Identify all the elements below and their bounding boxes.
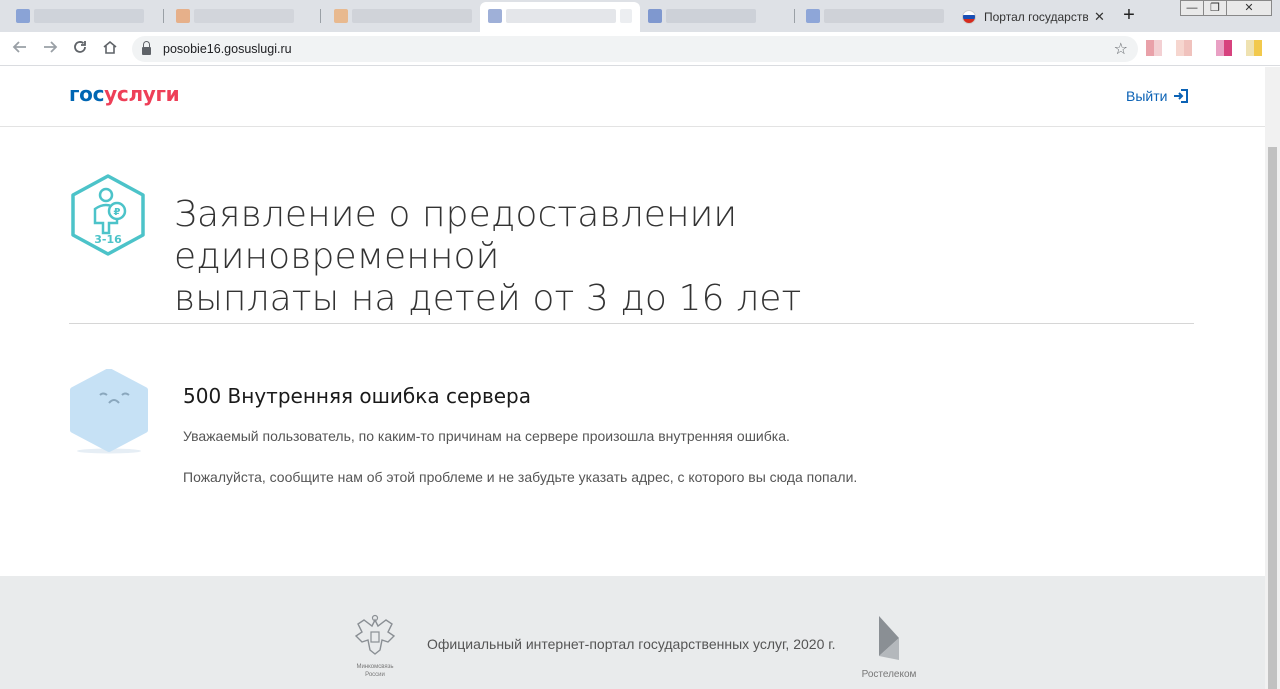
minimize-button[interactable]: —	[1180, 0, 1204, 16]
logo-part-uslugi: услуги	[104, 82, 180, 106]
logout-label: Выйти	[1126, 88, 1168, 104]
rostelecom-icon	[879, 616, 899, 660]
logo-part-gos: гос	[69, 82, 105, 106]
page-title-line2: выплаты на детей от 3 до 16 лет	[174, 278, 802, 319]
address-bar[interactable]: posobie16.gosuslugi.ru ☆	[132, 36, 1138, 62]
close-window-button[interactable]: ✕	[1226, 0, 1272, 16]
reload-icon[interactable]	[70, 39, 90, 59]
double-headed-eagle-icon	[354, 614, 396, 655]
tab-strip: Портал государств ✕ + — ❐ ✕	[0, 0, 1280, 32]
ministry-label-1: Минкомсвязь	[356, 664, 394, 670]
svg-text:₽: ₽	[114, 207, 121, 218]
russia-flag-icon	[962, 10, 976, 24]
url-text: posobie16.gosuslugi.ru	[163, 42, 292, 56]
browser-window: Портал государств ✕ + — ❐ ✕ posobie16.go…	[0, 0, 1280, 689]
tab-gosuslugi[interactable]: Портал государств ✕	[952, 2, 1108, 32]
page-scrollbar[interactable]	[1265, 67, 1280, 689]
window-controls: — ❐ ✕	[1180, 0, 1272, 18]
extension-icon-3[interactable]	[1216, 40, 1232, 56]
back-arrow-icon[interactable]	[10, 39, 30, 59]
site-footer: Минкомсвязь России Официальный интернет-…	[0, 576, 1265, 689]
restore-button[interactable]: ❐	[1203, 0, 1227, 16]
forward-arrow-icon[interactable]	[40, 39, 60, 59]
tab-blurred-5[interactable]	[806, 6, 948, 26]
tab-blurred-4[interactable]	[648, 6, 760, 26]
ministry-label-2: России	[365, 672, 385, 678]
page-title: Заявление о предоставлении единовременно…	[174, 194, 1074, 320]
tab-title: Портал государств	[984, 10, 1088, 24]
footer-copyright: Официальный интернет-портал государствен…	[427, 636, 836, 652]
bookmark-star-icon[interactable]: ☆	[1114, 39, 1128, 59]
error-title: 500 Внутренняя ошибка сервера	[183, 384, 531, 408]
extension-icon-2[interactable]	[1176, 40, 1192, 56]
sad-face-icon	[69, 368, 149, 460]
home-icon[interactable]	[100, 39, 120, 59]
tab-blurred-3[interactable]	[334, 6, 476, 26]
rostelecom-label: Ростелеком	[861, 669, 917, 680]
tab-active-blurred[interactable]	[480, 2, 640, 32]
logout-button[interactable]: Выйти	[1126, 88, 1189, 104]
extension-icon-4[interactable]	[1246, 40, 1262, 56]
tab-blurred-2[interactable]	[176, 6, 298, 26]
new-tab-button[interactable]: +	[1119, 4, 1139, 28]
svg-text:3-16: 3-16	[94, 233, 122, 246]
browser-toolbar: posobie16.gosuslugi.ru ☆	[0, 32, 1280, 66]
lock-icon	[142, 41, 151, 55]
page-content: госуслуги Выйти ₽ 3-16 Заявление о предо…	[0, 67, 1265, 689]
divider	[69, 323, 1194, 324]
logout-icon	[1174, 89, 1189, 103]
extension-icon-1[interactable]	[1146, 40, 1162, 56]
scrollbar-thumb[interactable]	[1268, 147, 1277, 689]
child-benefit-icon: ₽ 3-16	[69, 173, 147, 262]
gosuslugi-logo[interactable]: госуслуги	[69, 82, 180, 106]
ministry-emblem[interactable]: Минкомсвязь России	[350, 614, 400, 679]
tab-close-icon[interactable]: ✕	[1094, 9, 1105, 25]
tab-blurred-1[interactable]	[16, 6, 148, 26]
error-message-2: Пожалуйста, сообщите нам об этой проблем…	[183, 469, 858, 485]
rostelecom-logo[interactable]: Ростелеком	[856, 614, 922, 680]
error-message-1: Уважаемый пользователь, по каким-то прич…	[183, 428, 790, 444]
page-title-line1: Заявление о предоставлении единовременно…	[174, 194, 738, 277]
site-header: госуслуги Выйти	[0, 67, 1265, 127]
